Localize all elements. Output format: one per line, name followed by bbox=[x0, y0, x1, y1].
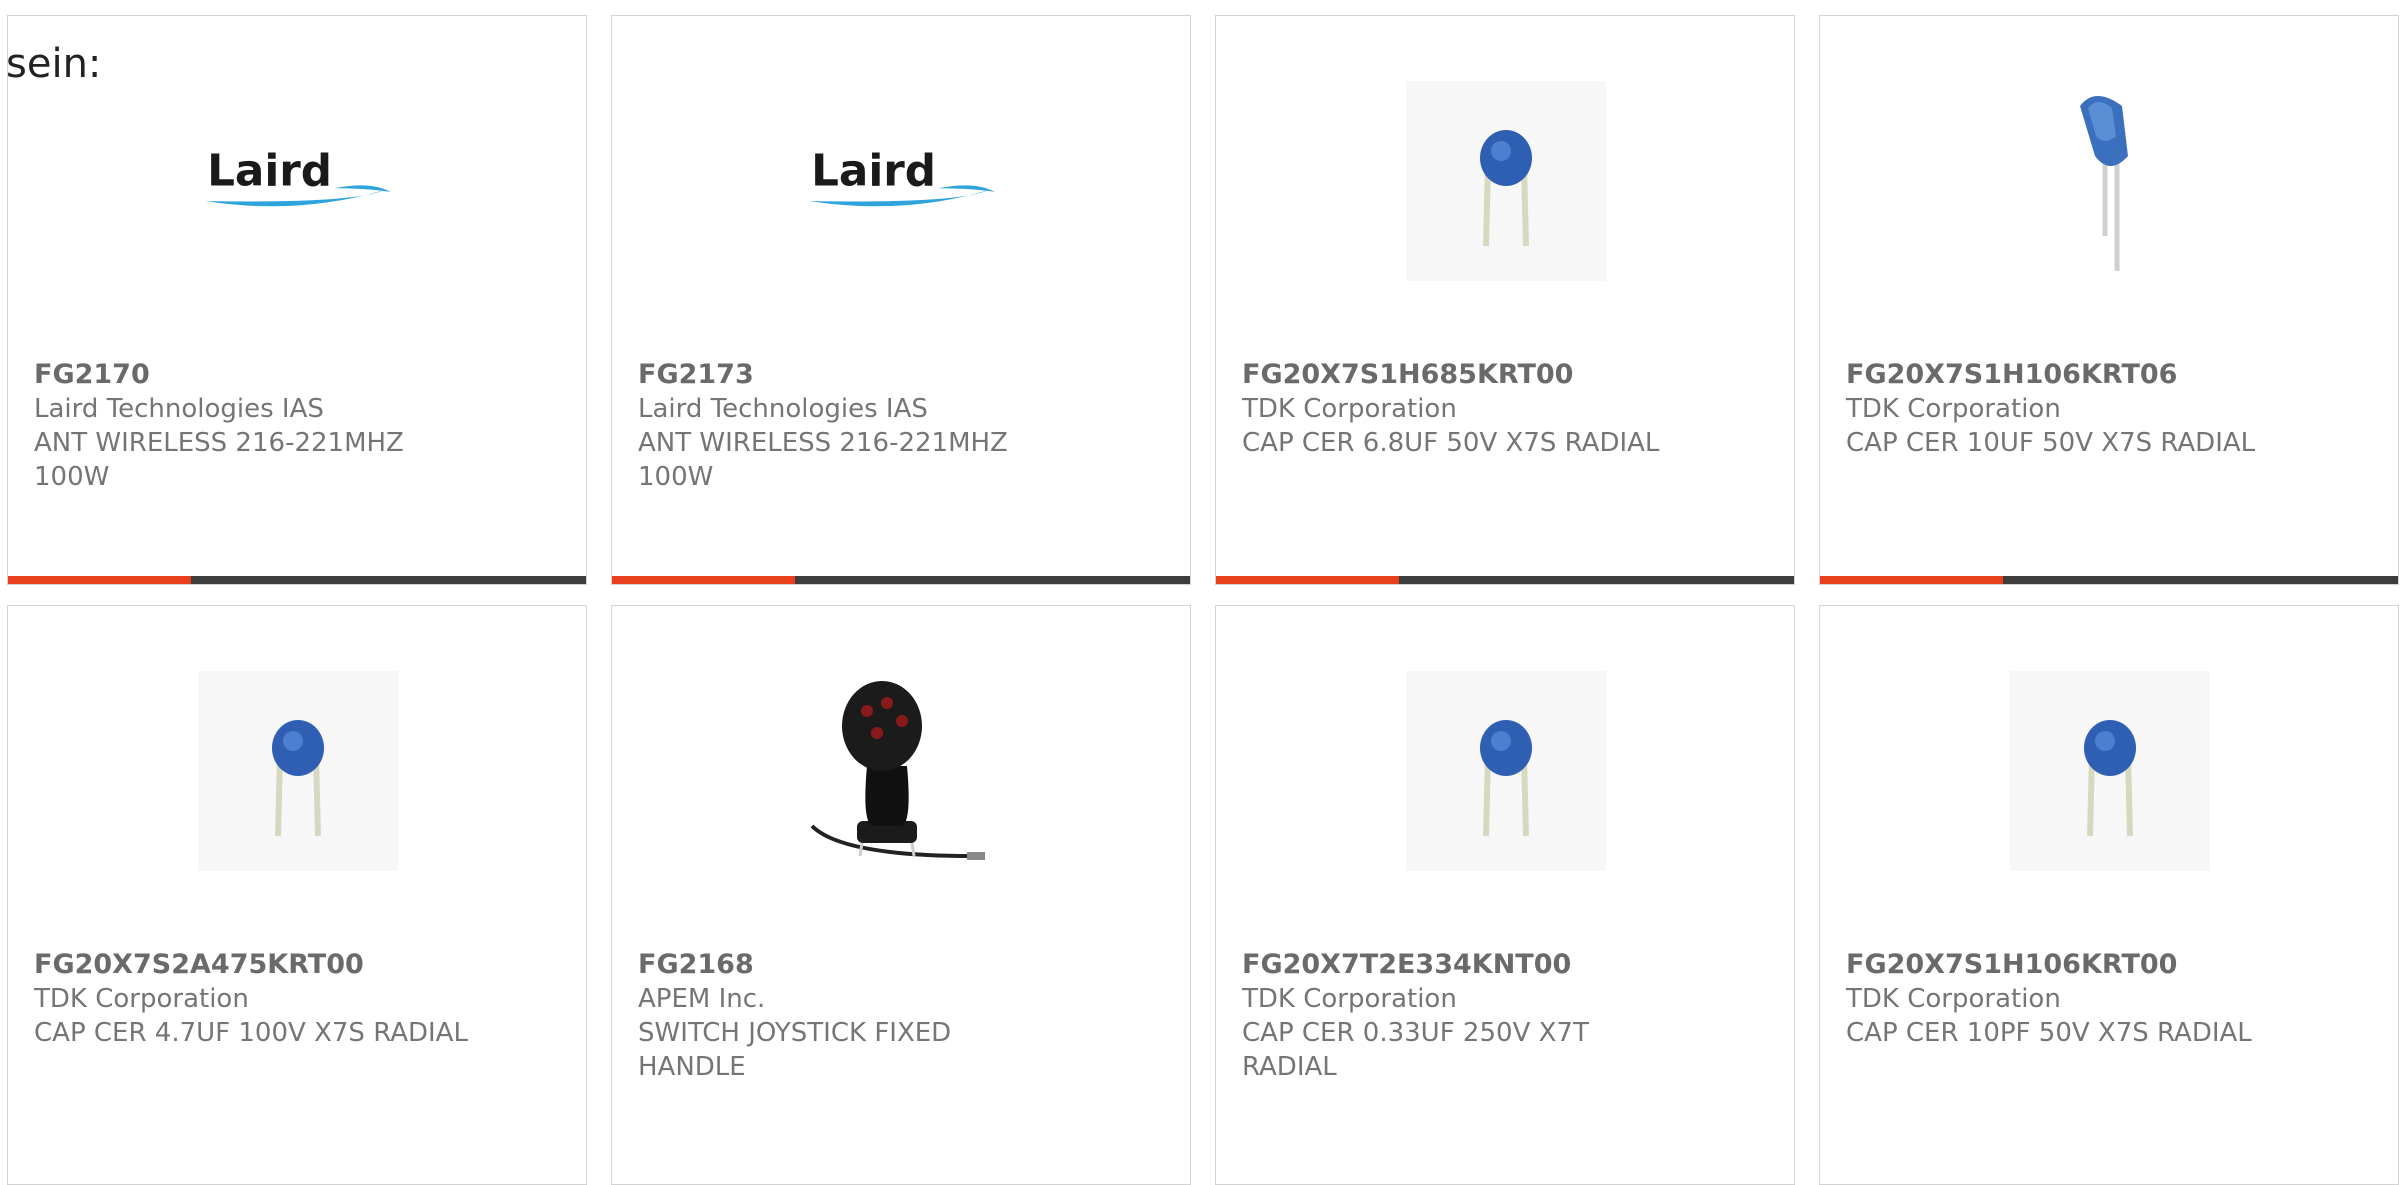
joystick-icon bbox=[810, 681, 985, 860]
manufacturer: TDK Corporation bbox=[1846, 984, 2061, 1014]
product-card[interactable]: Laird FG2170 Laird Technologies IAS ANT … bbox=[7, 15, 587, 585]
product-image[interactable] bbox=[2010, 81, 2210, 281]
product-image[interactable] bbox=[802, 671, 1002, 871]
laird-logo: Laird bbox=[205, 147, 391, 207]
product-card[interactable]: FG20X7S2A475KRT00 TDK Corporation CAP CE… bbox=[7, 605, 587, 1185]
card-accent-bar bbox=[1820, 576, 2398, 584]
description: CAP CER 6.8UF 50V X7S RADIAL bbox=[1242, 428, 1660, 458]
product-card[interactable]: FG20X7T2E334KNT00 TDK Corporation CAP CE… bbox=[1215, 605, 1795, 1185]
manufacturer: TDK Corporation bbox=[1242, 394, 1457, 424]
laird-logo-text: Laird bbox=[811, 147, 936, 197]
description: CAP CER 10PF 50V X7S RADIAL bbox=[1846, 1018, 2252, 1048]
product-card[interactable]: Laird FG2173 Laird Technologies IAS ANT … bbox=[611, 15, 1191, 585]
ceramic-capacitor-icon bbox=[1480, 130, 1532, 247]
manufacturer: Laird Technologies IAS bbox=[638, 394, 928, 424]
card-accent-bar bbox=[8, 576, 586, 584]
description: CAP CER 10UF 50V X7S RADIAL bbox=[1846, 428, 2256, 458]
manufacturer: Laird Technologies IAS bbox=[34, 394, 324, 424]
card-accent-bar bbox=[1216, 576, 1794, 584]
product-image[interactable] bbox=[2010, 671, 2210, 871]
card-accent-bar bbox=[612, 576, 1190, 584]
part-number[interactable]: FG2170 bbox=[34, 358, 554, 392]
description: CAP CER 0.33UF 250V X7T RADIAL bbox=[1242, 1018, 1589, 1082]
manufacturer: APEM Inc. bbox=[638, 984, 766, 1014]
ceramic-capacitor-tilted-icon bbox=[2080, 96, 2128, 271]
part-number[interactable]: FG20X7S2A475KRT00 bbox=[34, 948, 554, 982]
laird-logo-text: Laird bbox=[207, 147, 332, 197]
manufacturer: TDK Corporation bbox=[34, 984, 249, 1014]
part-number[interactable]: FG20X7S1H685KRT00 bbox=[1242, 358, 1762, 392]
product-image[interactable] bbox=[1406, 671, 1606, 871]
product-image[interactable] bbox=[198, 671, 398, 871]
ceramic-capacitor-icon bbox=[1480, 720, 1532, 837]
product-image[interactable]: Laird bbox=[198, 81, 398, 281]
description: ANT WIRELESS 216-221MHZ 100W bbox=[638, 428, 1008, 492]
product-image[interactable] bbox=[1406, 81, 1606, 281]
part-number[interactable]: FG20X7S1H106KRT06 bbox=[1846, 358, 2366, 392]
ceramic-capacitor-icon bbox=[2084, 720, 2136, 837]
part-number[interactable]: FG20X7S1H106KRT00 bbox=[1846, 948, 2366, 982]
part-number[interactable]: FG2173 bbox=[638, 358, 1158, 392]
product-card[interactable]: FG20X7S1H106KRT00 TDK Corporation CAP CE… bbox=[1819, 605, 2399, 1185]
description: CAP CER 4.7UF 100V X7S RADIAL bbox=[34, 1018, 468, 1048]
product-card[interactable]: FG20X7S1H685KRT00 TDK Corporation CAP CE… bbox=[1215, 15, 1795, 585]
lead-text: sein: bbox=[6, 41, 102, 87]
ceramic-capacitor-icon bbox=[272, 720, 324, 837]
manufacturer: TDK Corporation bbox=[1242, 984, 1457, 1014]
description: SWITCH JOYSTICK FIXED HANDLE bbox=[638, 1018, 952, 1082]
product-card[interactable]: FG20X7S1H106KRT06 TDK Corporation CAP CE… bbox=[1819, 15, 2399, 585]
laird-logo: Laird bbox=[809, 147, 995, 207]
product-card[interactable]: FG2168 APEM Inc. SWITCH JOYSTICK FIXED H… bbox=[611, 605, 1191, 1185]
description: ANT WIRELESS 216-221MHZ 100W bbox=[34, 428, 404, 492]
manufacturer: TDK Corporation bbox=[1846, 394, 2061, 424]
part-number[interactable]: FG20X7T2E334KNT00 bbox=[1242, 948, 1762, 982]
part-number[interactable]: FG2168 bbox=[638, 948, 1158, 982]
product-image[interactable]: Laird bbox=[802, 81, 1002, 281]
